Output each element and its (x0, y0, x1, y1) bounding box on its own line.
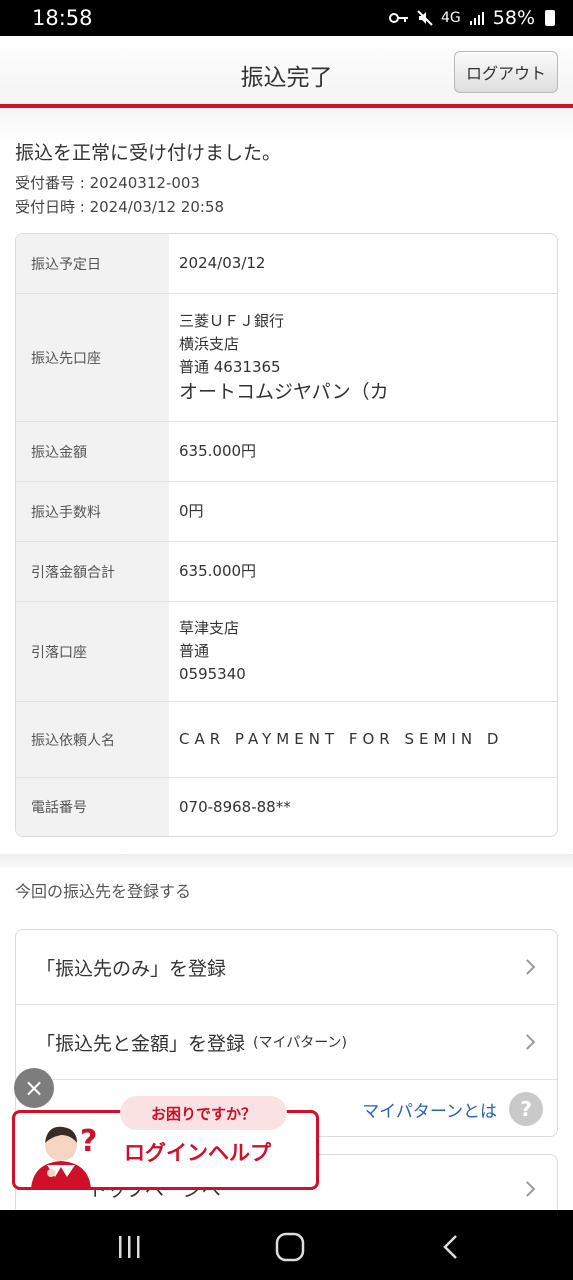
back-icon[interactable] (436, 1232, 466, 1262)
row-amount: 振込金額 635.000円 (16, 422, 557, 482)
row-label: 振込金額 (16, 422, 169, 481)
chevron-right-icon (519, 1181, 536, 1197)
row-value: 635.000円 (179, 562, 257, 580)
row-value: 0円 (179, 502, 204, 520)
row-value: 2024/03/12 (179, 254, 266, 272)
row-fee: 振込手数料 0円 (16, 482, 557, 542)
register-mypattern-sub: (マイパターン) (253, 1035, 347, 1051)
page-header: 振込完了 ログアウト (0, 36, 573, 108)
row-value: 635.000円 (179, 442, 257, 460)
destination-name: オートコムジヤパン（カ (179, 380, 389, 403)
debit-type: 普通 (179, 642, 210, 660)
row-value: 070-8968-88** (179, 797, 291, 816)
mute-icon (417, 10, 433, 26)
main-content: 振込を正常に受け付けました。 受付番号 : 20240312-003 受付日時 … (0, 112, 573, 1224)
signal-icon (469, 12, 484, 25)
status-time: 18:58 (32, 6, 93, 30)
transfer-details-table: 振込予定日 2024/03/12 振込先口座 三菱ＵＦＪ銀行 横浜支店 普通 4… (15, 233, 558, 837)
row-total: 引落金額合計 635.000円 (16, 542, 557, 602)
status-bar: 18:58 4G 58% (0, 0, 573, 36)
home-icon[interactable] (273, 1230, 307, 1264)
row-transfer-date: 振込予定日 2024/03/12 (16, 234, 557, 294)
register-payee-only-label: 「振込先のみ」を登録 (36, 957, 227, 980)
row-requester: 振込依頼人名 CAR PAYMENT FOR SEMIN D (16, 702, 557, 778)
register-options: 「振込先のみ」を登録 「振込先と金額」を登録 (マイパターン) マイパターンとは… (15, 929, 558, 1137)
row-destination: 振込先口座 三菱ＵＦＪ銀行 横浜支店 普通 4631365 オートコムジヤパン（… (16, 294, 557, 422)
receipt-datetime: 受付日時 : 2024/03/12 20:58 (15, 198, 225, 216)
android-navbar (0, 1210, 573, 1280)
row-label: 引落口座 (16, 602, 169, 701)
row-label: 振込先口座 (16, 294, 169, 421)
recent-apps-icon[interactable] (114, 1232, 144, 1262)
logout-button[interactable]: ログアウト (454, 51, 558, 93)
receipt-number: 受付番号 : 20240312-003 (15, 174, 200, 192)
chevron-right-icon (519, 959, 536, 975)
register-payee-only-button[interactable]: 「振込先のみ」を登録 (16, 930, 557, 1005)
destination-account: 普通 4631365 (179, 357, 281, 376)
help-question-icon[interactable]: ? (509, 1092, 543, 1126)
row-label: 電話番号 (16, 778, 169, 836)
register-payee-amount-button[interactable]: 「振込先と金額」を登録 (マイパターン) (16, 1005, 557, 1080)
battery-percent: 58% (492, 7, 535, 29)
battery-icon (545, 10, 555, 26)
row-label: 振込予定日 (16, 234, 169, 293)
status-icons: 4G 58% (389, 7, 555, 29)
debit-branch: 草津支店 (179, 619, 240, 637)
chevron-right-icon (519, 1034, 536, 1050)
key-icon (389, 13, 408, 23)
section-divider (0, 854, 573, 868)
help-pill: お困りですか？ (120, 1096, 287, 1130)
login-help-text: ログインヘルプ (124, 1141, 271, 1165)
destination-branch: 横浜支店 (179, 334, 240, 353)
close-icon[interactable]: × (14, 1068, 54, 1108)
network-type: 4G (441, 10, 461, 26)
register-payee-amount-label: 「振込先と金額」を登録 (36, 1032, 246, 1055)
mypattern-link[interactable]: マイパターンとは (362, 1097, 497, 1122)
debit-number: 0595340 (179, 665, 246, 683)
row-label: 振込依頼人名 (16, 702, 169, 777)
success-message: 振込を正常に受け付けました。 (15, 142, 282, 164)
requester-name: CAR PAYMENT FOR SEMIN D (179, 730, 504, 748)
register-heading: 今回の振込先を登録する (15, 882, 192, 901)
row-label: 引落金額合計 (16, 542, 169, 601)
destination-bank: 三菱ＵＦＪ銀行 (179, 311, 285, 330)
help-question-mark: ? (80, 1124, 98, 1159)
row-label: 振込手数料 (16, 482, 169, 541)
row-phone: 電話番号 070-8968-88** (16, 778, 557, 836)
row-debit-account: 引落口座 草津支店 普通 0595340 (16, 602, 557, 702)
